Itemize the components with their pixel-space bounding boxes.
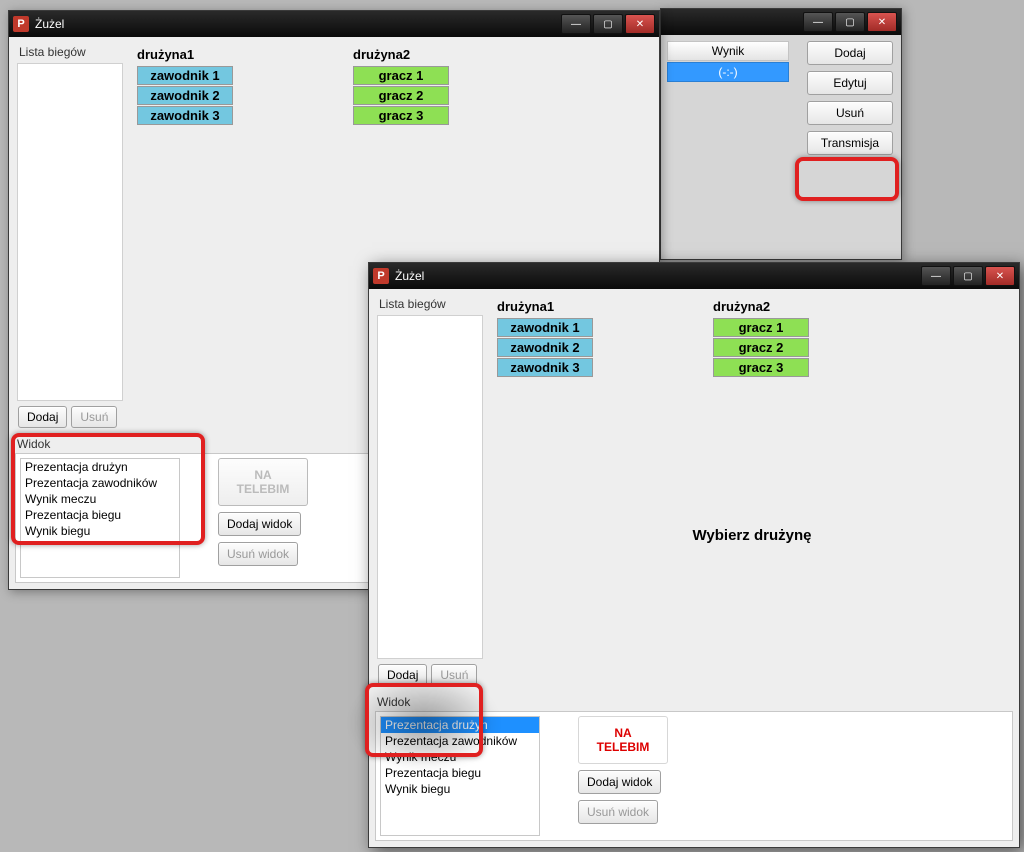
team2-player[interactable]: gracz 3	[713, 358, 809, 377]
team1-player[interactable]: zawodnik 1	[137, 66, 233, 85]
titlebar: P Żużel — ▢ ✕	[369, 263, 1019, 289]
window-title: Żużel	[35, 17, 561, 31]
results-cell[interactable]: (-:-)	[667, 62, 789, 82]
team1-column: drużyna1 zawodnik 1 zawodnik 2 zawodnik …	[137, 47, 233, 126]
runs-list[interactable]	[377, 315, 483, 659]
add-button[interactable]: Dodaj	[807, 41, 893, 65]
team2-title: drużyna2	[713, 299, 809, 314]
view-list[interactable]: Prezentacja drużyn Prezentacja zawodnikó…	[380, 716, 540, 836]
callout-transmisja	[795, 157, 899, 201]
team1-player[interactable]: zawodnik 2	[137, 86, 233, 105]
runs-label: Lista biegów	[15, 43, 125, 61]
view-item[interactable]: Prezentacja biegu	[21, 507, 179, 523]
view-list[interactable]: Prezentacja drużyn Prezentacja zawodnikó…	[20, 458, 180, 578]
close-button[interactable]: ✕	[985, 266, 1015, 286]
team1-title: drużyna1	[497, 299, 593, 314]
remove-button[interactable]: Usuń	[807, 101, 893, 125]
remove-view-button[interactable]: Usuń widok	[578, 800, 658, 824]
view-item[interactable]: Prezentacja drużyn	[21, 459, 179, 475]
team1-player[interactable]: zawodnik 3	[497, 358, 593, 377]
center-message: Wybierz drużynę	[491, 382, 1013, 689]
add-view-button[interactable]: Dodaj widok	[578, 770, 661, 794]
remove-view-button[interactable]: Usuń widok	[218, 542, 298, 566]
window-title: Żużel	[395, 269, 921, 283]
titlebar: P Żużel — ▢ ✕	[9, 11, 659, 37]
team2-title: drużyna2	[353, 47, 449, 62]
run-add-button[interactable]: Dodaj	[378, 664, 427, 686]
zuzel-window-b: P Żużel — ▢ ✕ Lista biegów Dodaj Usuń dr…	[368, 262, 1020, 848]
add-view-button[interactable]: Dodaj widok	[218, 512, 301, 536]
app-icon: P	[373, 268, 389, 284]
runs-label: Lista biegów	[375, 295, 485, 313]
view-item[interactable]: Prezentacja zawodników	[381, 733, 539, 749]
minimize-button[interactable]: —	[561, 14, 591, 34]
app-icon: P	[13, 16, 29, 32]
edit-button[interactable]: Edytuj	[807, 71, 893, 95]
titlebar: — ▢ ✕	[661, 9, 901, 35]
team2-player[interactable]: gracz 1	[353, 66, 449, 85]
team1-player[interactable]: zawodnik 3	[137, 106, 233, 125]
run-remove-button[interactable]: Usuń	[431, 664, 477, 686]
run-remove-button[interactable]: Usuń	[71, 406, 117, 428]
secondary-client: Wynik (-:-) Dodaj Edytuj Usuń Transmisja	[661, 35, 901, 259]
maximize-button[interactable]: ▢	[835, 12, 865, 32]
team1-player[interactable]: zawodnik 1	[497, 318, 593, 337]
team2-player[interactable]: gracz 3	[353, 106, 449, 125]
close-button[interactable]: ✕	[867, 12, 897, 32]
team1-column: drużyna1 zawodnik 1 zawodnik 2 zawodnik …	[497, 299, 593, 378]
close-button[interactable]: ✕	[625, 14, 655, 34]
view-label: Widok	[375, 693, 1013, 711]
team2-player[interactable]: gracz 2	[353, 86, 449, 105]
telebim-button[interactable]: NA TELEBIM	[578, 716, 668, 764]
secondary-window: — ▢ ✕ Wynik (-:-) Dodaj Edytuj Usuń Tran…	[660, 8, 902, 260]
view-item[interactable]: Wynik biegu	[21, 523, 179, 539]
view-item[interactable]: Wynik biegu	[381, 781, 539, 797]
telebim-button[interactable]: NA TELEBIM	[218, 458, 308, 506]
maximize-button[interactable]: ▢	[593, 14, 623, 34]
view-item[interactable]: Wynik meczu	[21, 491, 179, 507]
minimize-button[interactable]: —	[921, 266, 951, 286]
results-column-header[interactable]: Wynik	[667, 41, 789, 61]
view-item[interactable]: Prezentacja biegu	[381, 765, 539, 781]
maximize-button[interactable]: ▢	[953, 266, 983, 286]
team2-player[interactable]: gracz 1	[713, 318, 809, 337]
run-add-button[interactable]: Dodaj	[18, 406, 67, 428]
view-item-selected[interactable]: Prezentacja drużyn	[381, 717, 539, 733]
transmit-button[interactable]: Transmisja	[807, 131, 893, 155]
team2-column: drużyna2 gracz 1 gracz 2 gracz 3	[713, 299, 809, 378]
zuzel-b-client: Lista biegów Dodaj Usuń drużyna1 zawodni…	[369, 289, 1019, 847]
view-item[interactable]: Wynik meczu	[381, 749, 539, 765]
team1-player[interactable]: zawodnik 2	[497, 338, 593, 357]
minimize-button[interactable]: —	[803, 12, 833, 32]
team1-title: drużyna1	[137, 47, 233, 62]
team2-player[interactable]: gracz 2	[713, 338, 809, 357]
runs-list[interactable]	[17, 63, 123, 401]
view-item[interactable]: Prezentacja zawodników	[21, 475, 179, 491]
team2-column: drużyna2 gracz 1 gracz 2 gracz 3	[353, 47, 449, 126]
